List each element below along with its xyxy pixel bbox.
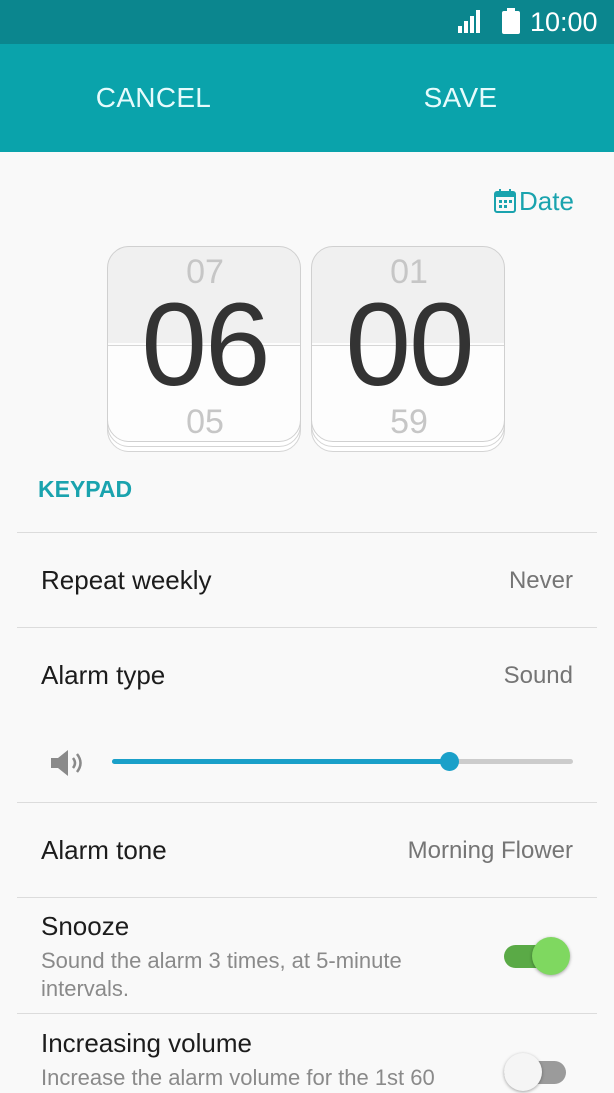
repeat-weekly-label: Repeat weekly — [41, 565, 212, 595]
cancel-button[interactable]: CANCEL — [0, 44, 307, 152]
repeat-weekly-value: Never — [508, 567, 573, 594]
minute-card-face: 01 00 59 — [311, 246, 505, 442]
alarm-type-label: Alarm type — [41, 660, 166, 690]
volume-slider[interactable] — [112, 752, 573, 771]
increasing-volume-description: Increase the alarm volume for the 1st 60 — [41, 1065, 435, 1090]
alarm-tone-label: Alarm tone — [41, 835, 167, 865]
date-button[interactable]: Date — [494, 185, 574, 217]
minute-current[interactable]: 00 — [312, 283, 504, 407]
action-bar: CANCEL SAVE — [0, 44, 614, 152]
hour-next[interactable]: 05 — [108, 403, 300, 441]
volume-slider-thumb[interactable] — [439, 752, 459, 771]
battery-icon — [502, 8, 520, 34]
volume-slider-fill — [112, 759, 449, 764]
save-button[interactable]: SAVE — [307, 44, 614, 152]
speaker-icon — [51, 750, 82, 776]
toggle-knob — [504, 1053, 542, 1091]
minute-picker[interactable]: 01 00 59 — [311, 246, 505, 454]
calendar-icon — [494, 189, 516, 213]
status-time: 10:00 — [530, 7, 598, 37]
keypad-button[interactable]: KEYPAD — [38, 476, 132, 503]
snooze-description: Sound the alarm 3 times, at 5-minute int… — [41, 948, 402, 1001]
increasing-volume-label: Increasing volume — [41, 1028, 252, 1058]
cell-signal-icon — [458, 10, 480, 33]
minute-next[interactable]: 59 — [312, 403, 504, 441]
alarm-type-value: Sound — [503, 662, 573, 689]
hour-card-face: 07 06 05 — [107, 246, 301, 442]
status-bar: 10:00 — [0, 0, 614, 44]
snooze-label: Snooze — [41, 911, 130, 941]
hour-current[interactable]: 06 — [108, 283, 300, 407]
snooze-toggle[interactable] — [504, 937, 570, 977]
alarm-tone-value: Morning Flower — [407, 837, 573, 864]
toggle-knob — [532, 937, 570, 975]
increasing-volume-toggle[interactable] — [504, 1053, 570, 1093]
hour-picker[interactable]: 07 06 05 — [107, 246, 301, 454]
date-label: Date — [519, 185, 574, 216]
